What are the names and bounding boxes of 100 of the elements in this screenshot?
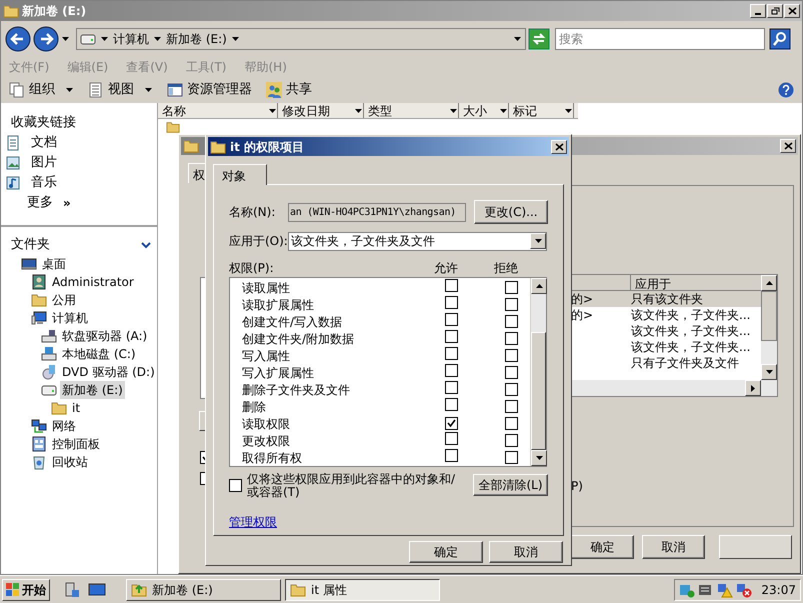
desktop-icon[interactable] [88, 582, 106, 598]
tab[interactable]: 对象 [213, 164, 267, 185]
column-header[interactable]: 修改日期 [278, 103, 364, 118]
checkbox[interactable] [505, 417, 518, 430]
checkbox[interactable] [445, 380, 458, 394]
checkbox[interactable] [445, 416, 458, 430]
server-manager-icon[interactable] [64, 582, 80, 598]
column-header[interactable]: 类型 [364, 103, 459, 118]
checkbox[interactable] [445, 448, 458, 462]
close-button[interactable] [780, 139, 796, 153]
dropdown-arrow-icon [534, 237, 542, 245]
dvd-drive-icon [41, 364, 57, 380]
checkbox[interactable] [445, 398, 458, 410]
checkbox[interactable] [505, 434, 518, 447]
dialog-button[interactable]: 确定 [571, 535, 634, 559]
search-field[interactable]: 搜索 [555, 28, 765, 50]
chevron-icon[interactable] [141, 241, 151, 249]
tree-item[interactable]: 新加卷 (E:) [60, 381, 125, 399]
tree-item[interactable]: Administrator [50, 273, 136, 291]
pane-heading: 文件夹 [11, 236, 50, 254]
checkbox[interactable] [505, 451, 518, 464]
tree-item[interactable]: DVD 驱动器 (D:) [60, 363, 157, 381]
toolbar-button[interactable]: 视图 [108, 80, 134, 100]
tree-item[interactable]: 控制面板 [50, 435, 102, 453]
checkbox[interactable] [505, 349, 518, 362]
checkbox[interactable] [445, 296, 458, 308]
toolbar-button[interactable]: 共享 [286, 80, 312, 100]
checkbox[interactable] [505, 281, 518, 294]
column-header[interactable]: 大小 [459, 103, 509, 118]
permission-name: 写入属性 [242, 348, 291, 364]
tree-item[interactable]: 公用 [50, 291, 78, 309]
close-button[interactable] [784, 4, 800, 18]
tree-item[interactable]: it [70, 399, 82, 417]
music-note-icon [5, 175, 21, 191]
tree-item[interactable]: 计算机 [50, 309, 90, 327]
change-button[interactable]: 更改(C)... [474, 200, 548, 224]
checkbox[interactable] [505, 400, 518, 413]
scroll-arrow-button[interactable] [745, 380, 761, 396]
scroll-arrow-button[interactable] [761, 364, 777, 380]
back-button[interactable] [5, 26, 31, 52]
people-icon [266, 82, 282, 98]
checkbox[interactable] [505, 332, 518, 345]
favorite-link[interactable]: 音乐 [31, 173, 57, 193]
checkbox[interactable] [445, 364, 458, 376]
field-label: 应用于(O): [229, 233, 288, 250]
breadcrumb-item[interactable]: 计算机 [113, 30, 149, 48]
list-row[interactable]: 的> 只有该文件夹 [571, 291, 761, 307]
tree-item[interactable]: 回收站 [50, 453, 90, 471]
vertical-scrollbar[interactable] [761, 275, 777, 396]
checkbox[interactable] [445, 330, 458, 342]
tree-item[interactable]: 本地磁盘 (C:) [60, 345, 138, 363]
dropdown-arrow-icon [268, 106, 277, 114]
toolbar-button[interactable]: 组织 [29, 80, 55, 100]
tree-item[interactable]: 软盘驱动器 (A:) [60, 327, 150, 345]
dialog-button[interactable]: 取消 [489, 541, 563, 563]
column-header[interactable]: 应用于 [631, 275, 671, 290]
start-button[interactable]: 开始 [2, 578, 50, 600]
column-header[interactable]: 标记 [509, 103, 574, 118]
expand-glyph[interactable]: » [63, 194, 71, 212]
checkbox[interactable] [445, 278, 458, 292]
favorite-link[interactable]: 更多 [27, 193, 53, 213]
tree-item[interactable]: 桌面 [40, 255, 68, 273]
checkbox[interactable] [505, 366, 518, 379]
dropdown-arrow-icon[interactable] [65, 88, 74, 92]
taskbar-button[interactable]: 新加卷 (E:) [126, 578, 281, 600]
checkbox[interactable] [445, 312, 458, 326]
tree-item[interactable]: 网络 [50, 417, 78, 435]
vertical-scrollbar[interactable] [530, 278, 546, 466]
toolbar-button[interactable]: 资源管理器 [187, 80, 252, 100]
search-icon[interactable] [769, 28, 791, 50]
help-icon[interactable] [778, 82, 794, 98]
folder-icon [290, 582, 306, 598]
refresh-button[interactable] [528, 28, 550, 50]
error-icon[interactable] [736, 582, 752, 598]
checkbox[interactable] [505, 315, 518, 328]
scroll-arrow-button[interactable] [531, 278, 547, 294]
checkbox[interactable] [505, 383, 518, 396]
dialog-button[interactable]: 取消 [642, 535, 705, 559]
scroll-arrow-button[interactable] [761, 275, 777, 291]
forward-button[interactable] [33, 26, 59, 52]
column-header[interactable]: 名称 [158, 103, 278, 118]
checkbox[interactable] [445, 432, 458, 444]
checkbox[interactable] [505, 298, 518, 311]
checkbox[interactable] [445, 346, 458, 360]
favorite-link[interactable]: 文档 [31, 133, 57, 153]
scroll-arrow-button[interactable] [531, 450, 547, 466]
breadcrumb-item[interactable]: 新加卷 (E:) [166, 30, 227, 48]
close-button[interactable] [551, 140, 567, 154]
checkbox[interactable] [229, 479, 242, 492]
taskbar-button[interactable]: it 属性 [285, 578, 440, 600]
dialog-button[interactable]: 确定 [409, 541, 483, 563]
clear-all-button[interactable]: 全部清除(L) [473, 474, 548, 496]
restore-button[interactable] [767, 4, 783, 18]
warning-icon[interactable] [717, 582, 734, 598]
dropdown-arrow-icon[interactable] [144, 88, 153, 92]
minimize-button[interactable] [750, 4, 766, 18]
manage-permissions-link[interactable]: 管理权限 [229, 513, 277, 531]
applies-to-select[interactable]: 该文件夹，子文件夹及文件 [288, 232, 547, 250]
favorite-link[interactable]: 图片 [31, 153, 57, 173]
address-bar[interactable]: 计算机 新加卷 (E:) [76, 28, 526, 50]
